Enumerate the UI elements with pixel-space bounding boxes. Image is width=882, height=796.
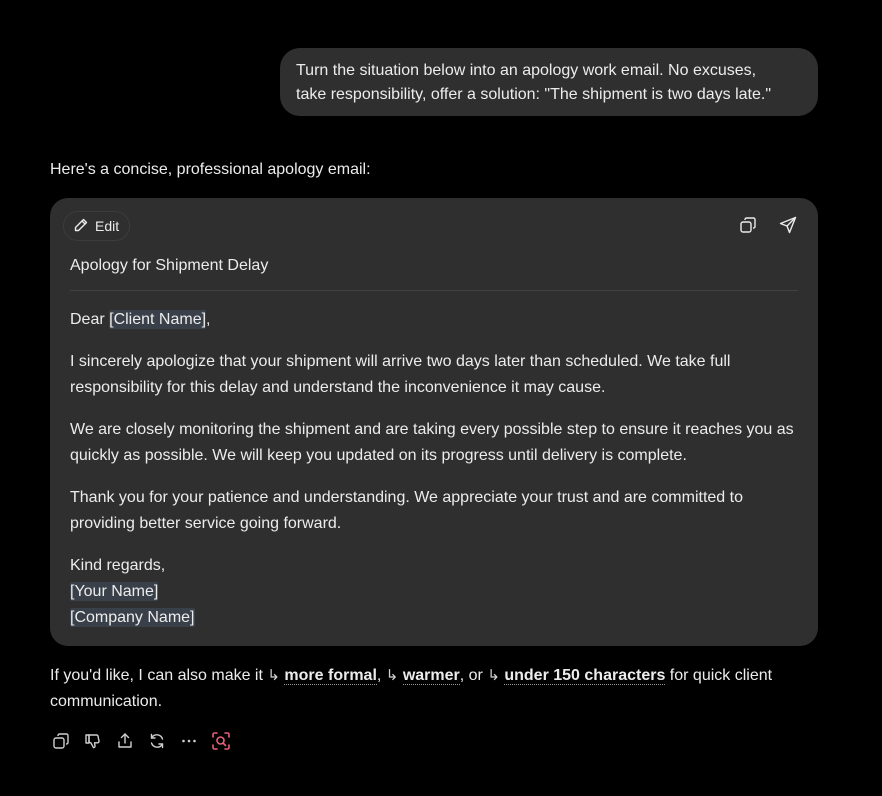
followup-suggestion: If you'd like, I can also make it ↳ more… [50, 663, 822, 715]
search-image-icon[interactable] [210, 730, 232, 752]
user-message-line-2: take responsibility, offer a solution: "… [296, 86, 771, 103]
your-name-placeholder: [Your Name] [70, 582, 159, 601]
thumbs-down-icon[interactable] [82, 730, 104, 752]
email-paragraph-1: I sincerely apologize that your shipment… [70, 353, 731, 396]
option-warmer[interactable]: warmer [402, 667, 460, 685]
arrow-icon: ↳ [487, 667, 500, 684]
copy-icon[interactable] [737, 214, 759, 236]
send-icon[interactable] [777, 214, 799, 236]
client-name-placeholder: [Client Name] [109, 310, 207, 329]
greeting-prefix: Dear [70, 311, 110, 328]
email-body: Dear [Client Name], I sincerely apologiz… [70, 307, 800, 631]
followup-prefix: If you'd like, I can also make it [50, 667, 263, 684]
user-message-line-1: Turn the situation below into an apology… [296, 62, 757, 79]
more-icon[interactable] [178, 730, 200, 752]
email-paragraph-3: Thank you for your patience and understa… [70, 489, 743, 532]
email-signoff: Kind regards, [Your Name] [Company Name] [70, 553, 800, 631]
email-closing: Kind regards, [70, 557, 166, 574]
arrow-icon: ↳ [267, 667, 280, 684]
message-action-bar [50, 730, 232, 752]
email-paragraph-2: We are closely monitoring the shipment a… [70, 421, 794, 464]
assistant-intro: Here's a concise, professional apology e… [50, 161, 371, 178]
email-greeting: Dear [Client Name], [70, 307, 800, 333]
arrow-icon: ↳ [385, 667, 399, 684]
followup-sep-2: , or [459, 667, 483, 684]
subject-divider [70, 290, 798, 291]
regenerate-icon[interactable] [146, 730, 168, 752]
edit-label: Edit [95, 218, 120, 234]
copy-icon[interactable] [50, 730, 72, 752]
email-subject: Apology for Shipment Delay [70, 257, 269, 274]
company-name-placeholder: [Company Name] [70, 608, 195, 627]
user-message-bubble: Turn the situation below into an apology… [280, 48, 818, 116]
email-canvas-card: Edit Apology for Shipment Delay Dear [Cl… [50, 198, 818, 646]
share-icon[interactable] [114, 730, 136, 752]
pencil-icon [73, 217, 89, 236]
greeting-suffix: , [206, 311, 211, 328]
option-more-formal[interactable]: more formal [284, 667, 377, 685]
edit-button[interactable]: Edit [63, 211, 131, 241]
followup-sep-1: , [376, 667, 382, 684]
option-under-150-characters[interactable]: under 150 characters [504, 667, 666, 685]
